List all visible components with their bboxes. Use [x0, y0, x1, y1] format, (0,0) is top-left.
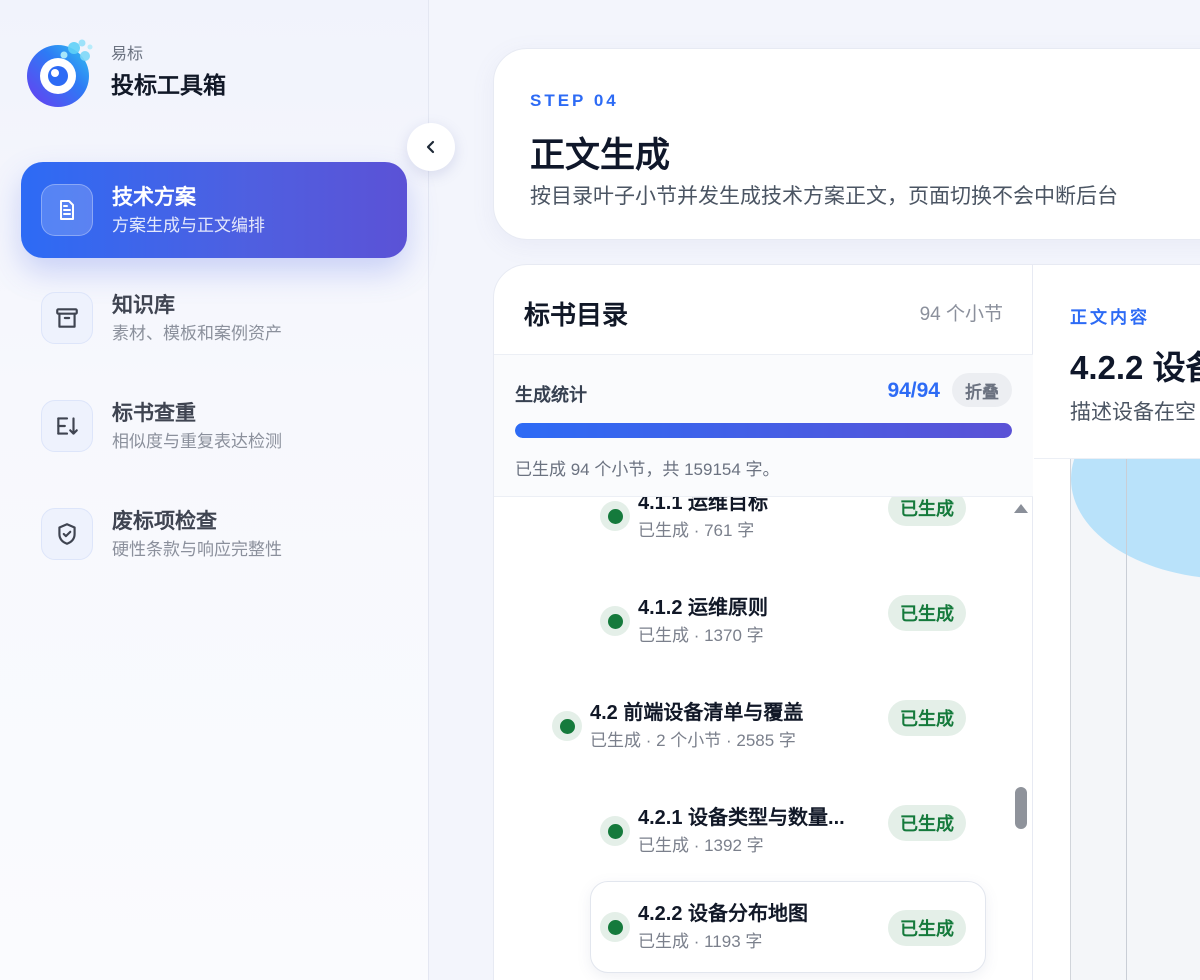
status-badge: 已生成 [888, 910, 966, 946]
toc-item-meta: 已生成 · 1193 字 [638, 932, 763, 951]
toc-item-meta: 已生成 · 1370 字 [638, 626, 764, 645]
nav-item-duplicate-check[interactable]: 标书查重 相似度与重复表达检测 [21, 378, 407, 474]
stats-label: 生成统计 [515, 385, 587, 405]
toc-item-title: 4.1.1 运维目标 [638, 497, 769, 514]
stats-progress-text: 94/94 [887, 379, 940, 402]
collapse-sidebar-button[interactable] [407, 123, 455, 171]
shield-check-icon [41, 508, 93, 560]
toc-item-title: 4.2.2 设备分布地图 [638, 903, 809, 925]
toc-item-meta: 已生成 · 1392 字 [638, 836, 764, 855]
chevron-left-icon [426, 140, 435, 154]
status-dot [552, 711, 582, 741]
toc-title: 标书目录 [524, 300, 629, 330]
toc-item-title: 4.2.1 设备类型与数量... [638, 807, 845, 829]
document-icon [41, 184, 93, 236]
scrollbar-thumb[interactable] [1015, 787, 1027, 829]
toc-panel: 标书目录 94 个小节 生成统计 94/94 折叠 已生成 94 个小节，共 1… [494, 265, 1033, 980]
step-header-card: STEP 04 正文生成 按目录叶子小节并发生成技术方案正文，页面切换不会中断后… [493, 48, 1200, 240]
scroll-up-arrow-icon[interactable] [1014, 504, 1028, 513]
content-label: 正文内容 [1070, 308, 1150, 327]
page-title: 正文生成 [530, 136, 671, 175]
nav-desc: 硬性条款与响应完整性 [112, 539, 282, 559]
fold-button[interactable]: 折叠 [952, 373, 1012, 407]
step-label: STEP 04 [530, 91, 619, 110]
nav-desc: 方案生成与正文编排 [112, 215, 265, 235]
content-pane: 正文内容 4.2.2 设备 描述设备在空 [1034, 265, 1200, 980]
brand: 易标 投标工具箱 [24, 36, 226, 108]
device-map-image [1070, 459, 1200, 980]
nav-item-knowledge-base[interactable]: 知识库 素材、模板和案例资产 [21, 270, 407, 366]
progress-bar [515, 423, 1012, 438]
content-description: 描述设备在空 [1070, 401, 1196, 424]
sort-list-icon [41, 400, 93, 452]
nav-item-tech-plan[interactable]: 技术方案 方案生成与正文编排 [21, 162, 407, 258]
generation-stats: 生成统计 94/94 折叠 已生成 94 个小节，共 159154 字。 [494, 355, 1033, 497]
nav-item-invalid-bid-check[interactable]: 废标项检查 硬性条款与响应完整性 [21, 486, 407, 582]
content-title: 4.2.2 设备 [1070, 349, 1200, 386]
nav-title: 废标项检查 [112, 509, 217, 533]
nav-title: 知识库 [112, 293, 175, 317]
toc-list: 4.1.1 运维目标 已生成 · 761 字 已生成 4.1.2 运维原则 已生… [494, 497, 1033, 980]
toc-item-title: 4.2 前端设备清单与覆盖 [590, 702, 804, 724]
brand-title: 投标工具箱 [111, 72, 226, 98]
toc-item-meta: 已生成 · 761 字 [638, 521, 755, 540]
content-header: 正文内容 4.2.2 设备 描述设备在空 [1034, 265, 1200, 459]
nav-desc: 相似度与重复表达检测 [112, 431, 282, 451]
status-dot [600, 501, 630, 531]
toc-item-title: 4.1.2 运维原则 [638, 597, 769, 619]
status-dot [600, 606, 630, 636]
status-badge: 已生成 [888, 497, 966, 526]
status-dot [600, 912, 630, 942]
status-dot [600, 816, 630, 846]
main-panel: 标书目录 94 个小节 生成统计 94/94 折叠 已生成 94 个小节，共 1… [493, 264, 1200, 980]
nav-desc: 素材、模板和案例资产 [112, 323, 282, 343]
brand-subtitle: 易标 [111, 46, 144, 63]
archive-icon [41, 292, 93, 344]
page-description: 按目录叶子小节并发生成技术方案正文，页面切换不会中断后台 [530, 185, 1118, 208]
toc-item-meta: 已生成 · 2 个小节 · 2585 字 [590, 731, 796, 750]
status-badge: 已生成 [888, 700, 966, 736]
nav-title: 标书查重 [112, 401, 196, 425]
stats-summary: 已生成 94 个小节，共 159154 字。 [515, 460, 780, 479]
logo [24, 36, 96, 108]
toc-count: 94 个小节 [919, 304, 1003, 325]
status-badge: 已生成 [888, 595, 966, 631]
toc-header: 标书目录 94 个小节 [494, 265, 1033, 355]
status-badge: 已生成 [888, 805, 966, 841]
nav-title: 技术方案 [112, 185, 196, 209]
progress-fill [515, 423, 1012, 438]
sidebar: 易标 投标工具箱 技术方案 方案生成与正文编排 知识库 素材、模板和案例资产 标… [0, 0, 455, 980]
